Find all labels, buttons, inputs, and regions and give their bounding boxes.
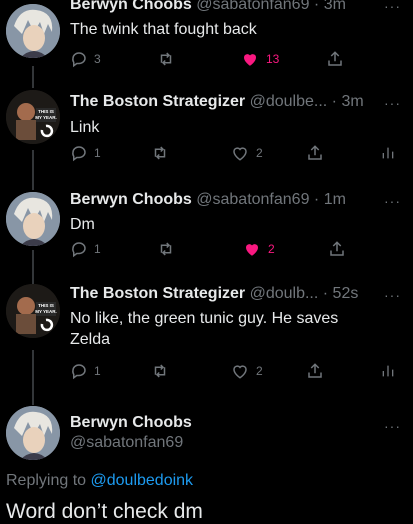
like-count: 13 bbox=[266, 52, 280, 66]
timestamp[interactable]: · 1m bbox=[314, 191, 346, 208]
share-icon bbox=[308, 363, 322, 378]
like-button[interactable]: 2 bbox=[230, 144, 263, 162]
action-bar: 1 2 bbox=[70, 144, 400, 164]
reply-count: 1 bbox=[94, 242, 101, 256]
tweet-text: The twink that fought back bbox=[70, 21, 257, 38]
heart-outline-icon bbox=[233, 365, 247, 379]
avatar[interactable]: THIS IS MY YEAR. bbox=[6, 90, 60, 144]
like-count: 2 bbox=[256, 364, 263, 378]
svg-text:THIS IS: THIS IS bbox=[38, 303, 54, 308]
replying-to-handle[interactable]: @doulbedoink bbox=[91, 472, 194, 489]
share-button[interactable] bbox=[326, 50, 344, 68]
tweet[interactable]: Berwyn Choobs @sabatonfan69 · 3m ··· The… bbox=[0, 0, 413, 80]
analytics-icon bbox=[382, 365, 394, 377]
avatar[interactable] bbox=[6, 4, 60, 58]
like-count: 2 bbox=[268, 242, 275, 256]
tweet[interactable]: THIS IS MY YEAR. The Boston Strategizer … bbox=[0, 88, 413, 188]
tweet-header: The Boston Strategizer @doulb... · 52s bbox=[70, 285, 358, 303]
retweet-icon bbox=[160, 52, 172, 66]
display-name[interactable]: Berwyn Choobs bbox=[70, 0, 192, 13]
retweet-button[interactable] bbox=[156, 50, 176, 68]
heart-outline-icon bbox=[233, 147, 247, 161]
meme-avatar-icon: THIS IS MY YEAR. bbox=[6, 90, 60, 144]
retweet-button[interactable] bbox=[156, 240, 176, 258]
display-name[interactable]: Berwyn Choobs bbox=[70, 191, 192, 208]
handle[interactable]: @sabatonfan69 bbox=[70, 434, 183, 452]
heart-filled-icon bbox=[244, 54, 256, 66]
replying-to-label: Replying to bbox=[6, 472, 87, 489]
display-name[interactable]: The Boston Strategizer bbox=[70, 93, 245, 110]
retweet-button[interactable] bbox=[150, 144, 170, 162]
reply-button[interactable]: 1 bbox=[70, 240, 101, 258]
retweet-icon bbox=[160, 242, 172, 256]
retweet-icon bbox=[154, 146, 166, 160]
more-options-icon[interactable]: ··· bbox=[384, 418, 401, 434]
analytics-icon bbox=[382, 147, 394, 159]
share-button[interactable] bbox=[328, 240, 346, 258]
share-button[interactable] bbox=[306, 144, 324, 162]
retweet-button[interactable] bbox=[150, 362, 170, 380]
reply-count: 3 bbox=[94, 52, 101, 66]
timestamp[interactable]: · 52s bbox=[323, 285, 359, 302]
tweet[interactable]: THIS IS MY YEAR. The Boston Strategizer … bbox=[0, 284, 413, 402]
tweet-text-line: No like, the green tunic guy. He saves bbox=[70, 310, 339, 327]
tweet[interactable]: Berwyn Choobs @sabatonfan69 · 1m ··· Dm … bbox=[0, 188, 413, 284]
heart-filled-icon bbox=[246, 244, 258, 256]
tweet-text: Dm bbox=[70, 216, 95, 233]
tweet-header: Berwyn Choobs @sabatonfan69 · 3m bbox=[70, 0, 346, 14]
handle[interactable]: @doulbe... bbox=[250, 93, 328, 110]
more-options-icon[interactable]: ··· bbox=[384, 0, 401, 14]
handle[interactable]: @sabatonfan69 bbox=[196, 0, 309, 13]
reply-button[interactable]: 1 bbox=[70, 144, 101, 162]
more-options-icon[interactable]: ··· bbox=[384, 287, 401, 303]
tweet-text-line: Zelda bbox=[70, 331, 111, 348]
more-options-icon[interactable]: ··· bbox=[384, 193, 401, 209]
tweet-header: Berwyn Choobs @sabatonfan69 · 1m bbox=[70, 191, 346, 209]
share-icon bbox=[330, 241, 344, 256]
reply-icon bbox=[72, 242, 86, 258]
retweet-icon bbox=[154, 364, 166, 378]
share-button[interactable] bbox=[306, 362, 324, 380]
tweet-text: No like, the green tunic guy. He saves Z… bbox=[70, 308, 390, 350]
reply-button[interactable]: 3 bbox=[70, 50, 101, 68]
more-options-icon[interactable]: ··· bbox=[384, 95, 401, 111]
avatar[interactable] bbox=[6, 406, 60, 460]
tweet-text: Word don’t check dm bbox=[6, 500, 203, 523]
reply-icon bbox=[72, 146, 86, 162]
reply-count: 1 bbox=[94, 364, 101, 378]
share-icon bbox=[328, 51, 342, 66]
reply-button[interactable]: 1 bbox=[70, 362, 101, 380]
action-bar: 1 2 bbox=[70, 240, 400, 260]
reply-icon bbox=[72, 52, 86, 68]
avatar[interactable]: THIS IS MY YEAR. bbox=[6, 284, 60, 338]
display-name[interactable]: Berwyn Choobs bbox=[70, 414, 192, 432]
anime-character-avatar-icon bbox=[6, 406, 60, 460]
anime-character-avatar-icon bbox=[6, 192, 60, 246]
meme-avatar-icon: THIS IS MY YEAR. bbox=[6, 284, 60, 338]
anime-character-avatar-icon bbox=[6, 4, 60, 58]
display-name[interactable]: The Boston Strategizer bbox=[70, 285, 245, 302]
tweet-header: The Boston Strategizer @doulbe... · 3m bbox=[70, 93, 364, 111]
like-button[interactable]: 13 bbox=[240, 50, 279, 68]
svg-text:THIS IS: THIS IS bbox=[38, 109, 54, 114]
like-count: 2 bbox=[256, 146, 263, 160]
analytics-button[interactable] bbox=[380, 144, 396, 162]
avatar[interactable] bbox=[6, 192, 60, 246]
svg-text:MY YEAR.: MY YEAR. bbox=[35, 115, 57, 120]
replying-to: Replying to @doulbedoink bbox=[6, 472, 193, 490]
handle[interactable]: @sabatonfan69 bbox=[196, 191, 309, 208]
reply-icon bbox=[72, 364, 86, 380]
like-button[interactable]: 2 bbox=[242, 240, 275, 258]
timestamp[interactable]: · 3m bbox=[314, 0, 346, 13]
tweet-text: Link bbox=[70, 119, 100, 136]
action-bar: 1 2 bbox=[70, 362, 400, 382]
action-bar: 3 13 bbox=[70, 50, 400, 70]
reply-count: 1 bbox=[94, 146, 101, 160]
like-button[interactable]: 2 bbox=[230, 362, 263, 380]
analytics-button[interactable] bbox=[380, 362, 396, 380]
svg-text:MY YEAR.: MY YEAR. bbox=[35, 309, 57, 314]
share-icon bbox=[308, 145, 322, 160]
timestamp[interactable]: · 3m bbox=[332, 93, 364, 110]
handle[interactable]: @doulb... bbox=[250, 285, 319, 302]
